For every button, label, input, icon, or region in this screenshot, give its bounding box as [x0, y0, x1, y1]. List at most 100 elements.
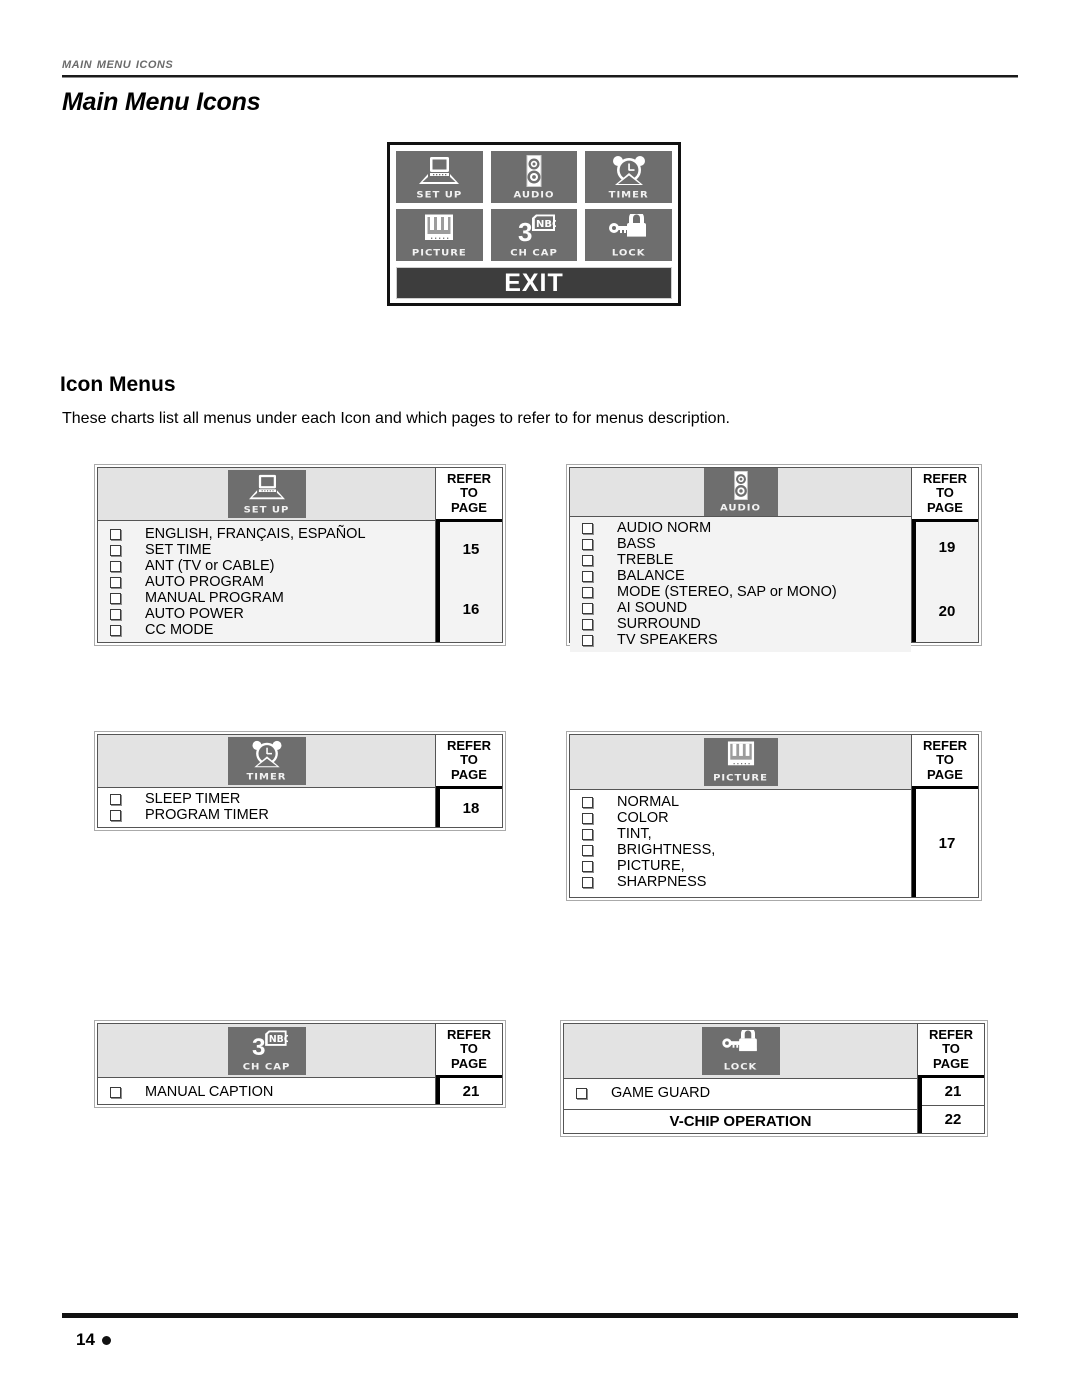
list-item-label: CC MODE	[145, 622, 214, 638]
chart-setup: SET UP ENGLISH, FRANÇAIS, ESPAÑOL SET TI…	[94, 464, 506, 646]
list-item[interactable]: AUDIO NORM	[570, 520, 911, 536]
list-item-label: ENGLISH, FRANÇAIS, ESPAÑOL	[145, 526, 366, 542]
list-item[interactable]: MANUAL PROGRAM	[98, 590, 435, 606]
list-item-label: BASS	[617, 536, 656, 552]
list-item[interactable]: TV SPEAKERS	[570, 632, 911, 648]
checkbox-icon[interactable]	[582, 602, 593, 614]
checkbox-icon[interactable]	[582, 634, 593, 646]
osd-tile-ch-cap[interactable]: 3 NBC CH CAP	[490, 209, 578, 261]
list-item[interactable]: ANT (TV or CABLE)	[98, 558, 435, 574]
checkbox-icon[interactable]	[582, 586, 593, 598]
checkbox-icon[interactable]	[582, 828, 593, 840]
list-item[interactable]: SET TIME	[98, 542, 435, 558]
checkbox-icon[interactable]	[582, 844, 593, 856]
list-item[interactable]: COLOR	[570, 810, 911, 826]
chart-icon-label: TIMER	[246, 772, 287, 783]
refer-to-page-header: REFER TO PAGE	[436, 1024, 502, 1078]
list-item[interactable]: SHARPNESS	[570, 874, 911, 890]
osd-tile-lock[interactable]: LOCK	[585, 209, 672, 261]
list-item[interactable]: BRIGHTNESS,	[570, 842, 911, 858]
osd-tile-label: CH CAP	[510, 248, 558, 259]
chart-icon-header-ch-cap: 3 NBC CH CAP	[98, 1024, 435, 1078]
list-item-label: AUTO PROGRAM	[145, 574, 264, 590]
osd-tile-audio[interactable]: AUDIO	[490, 151, 578, 203]
chart-icon-tile-setup: SET UP	[227, 470, 306, 518]
list-item[interactable]: PROGRAM TIMER	[98, 807, 435, 823]
list-item[interactable]: SLEEP TIMER	[98, 791, 435, 807]
checkbox-icon[interactable]	[110, 592, 121, 604]
list-item-label: PROGRAM TIMER	[145, 807, 269, 823]
list-item[interactable]: PICTURE,	[570, 858, 911, 874]
list-item[interactable]: MANUAL CAPTION	[98, 1084, 435, 1100]
list-item[interactable]: ENGLISH, FRANÇAIS, ESPAÑOL	[98, 526, 435, 542]
checkbox-icon[interactable]	[110, 544, 121, 556]
list-item[interactable]: GAME GUARD	[564, 1085, 917, 1101]
list-item[interactable]: BASS	[570, 536, 911, 552]
chart-icon-label: SET UP	[243, 505, 290, 516]
checkbox-icon[interactable]	[582, 860, 593, 872]
list-item-label: MANUAL PROGRAM	[145, 590, 284, 606]
checkbox-icon[interactable]	[110, 624, 121, 636]
checkbox-icon[interactable]	[582, 554, 593, 566]
bullet-icon	[101, 1335, 111, 1345]
checkbox-icon[interactable]	[582, 570, 593, 582]
checkbox-icon[interactable]	[110, 809, 121, 821]
page-reference: 16	[462, 601, 480, 618]
refer-to-page-header: REFER TO PAGE	[436, 468, 502, 522]
checkbox-icon[interactable]	[110, 576, 121, 588]
checkbox-icon[interactable]	[110, 528, 121, 540]
list-item[interactable]: TREBLE	[570, 552, 911, 568]
osd-tile-setup[interactable]: SET UP	[396, 151, 483, 203]
refer-line-3: PAGE	[451, 766, 487, 782]
refer-line-1: REFER	[922, 738, 968, 754]
checkbox-icon[interactable]	[582, 618, 593, 630]
chart-pages-picture: 17	[912, 789, 978, 897]
page-reference: 21	[922, 1078, 984, 1105]
osd-exit-button[interactable]: EXIT	[396, 267, 672, 299]
refer-line-2: TO	[936, 752, 954, 768]
osd-tile-label: TIMER	[608, 190, 649, 201]
checkbox-icon[interactable]	[110, 1086, 121, 1098]
list-item[interactable]: SURROUND	[570, 616, 911, 632]
tv-colorbars-icon	[396, 212, 483, 245]
footer-page-number: 14	[76, 1330, 111, 1350]
chart-ch-cap: 3 NBC CH CAP MANUAL CAPTION REFER TO PAG…	[94, 1020, 506, 1108]
chart-items-picture: NORMAL COLOR TINT, BRIGHTNESS, PICTURE, …	[570, 790, 911, 897]
list-item[interactable]: CC MODE	[98, 622, 435, 638]
list-item[interactable]: AI SOUND	[570, 600, 911, 616]
checkbox-icon[interactable]	[110, 793, 121, 805]
svg-text:3: 3	[252, 1034, 265, 1058]
chart-pages-lock: 21 22	[918, 1078, 984, 1133]
tv-setup-icon	[396, 154, 483, 187]
checkbox-icon[interactable]	[110, 560, 121, 572]
checkbox-icon[interactable]	[582, 538, 593, 550]
list-item[interactable]: NORMAL	[570, 794, 911, 810]
chart-pages-ch-cap: 21	[436, 1078, 502, 1104]
checkbox-icon[interactable]	[582, 522, 593, 534]
checkbox-icon[interactable]	[110, 608, 121, 620]
refer-line-1: REFER	[446, 738, 492, 754]
checkbox-icon[interactable]	[582, 812, 593, 824]
list-item[interactable]: BALANCE	[570, 568, 911, 584]
checkbox-icon[interactable]	[576, 1087, 587, 1099]
list-item[interactable]: TINT,	[570, 826, 911, 842]
osd-main-menu-panel: SET UP AUDIO TIMER PICTURE 3 NBC CH CAP …	[387, 142, 681, 306]
checkbox-icon[interactable]	[582, 796, 593, 808]
checkbox-icon[interactable]	[582, 876, 593, 888]
list-item[interactable]: MODE (STEREO, SAP or MONO)	[570, 584, 911, 600]
running-head-rule	[62, 74, 1018, 78]
chart-icon-tile-timer: TIMER	[227, 737, 306, 785]
list-item[interactable]: AUTO PROGRAM	[98, 574, 435, 590]
chart-items-ch-cap: MANUAL CAPTION	[98, 1078, 435, 1104]
chart-pages-setup: 15 16	[436, 522, 502, 642]
osd-tile-picture[interactable]: PICTURE	[396, 209, 483, 261]
section-intro-text: These charts list all menus under each I…	[62, 410, 730, 427]
alarm-clock-icon	[585, 154, 672, 187]
list-item-label: SHARPNESS	[617, 874, 707, 890]
list-item[interactable]: AUTO POWER	[98, 606, 435, 622]
list-item-label: BRIGHTNESS,	[617, 842, 716, 858]
list-item-label: SURROUND	[617, 616, 701, 632]
v-chip-operation-row[interactable]: V-CHIP OPERATION	[564, 1109, 917, 1133]
chart-icon-label: LOCK	[723, 1062, 758, 1073]
osd-tile-timer[interactable]: TIMER	[585, 151, 672, 203]
